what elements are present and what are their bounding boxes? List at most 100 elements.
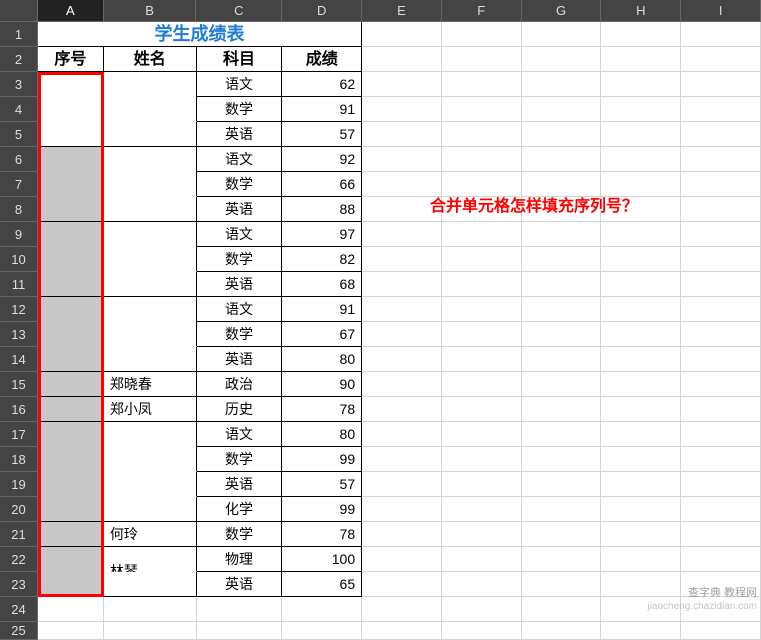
row-header-24[interactable]: 24 bbox=[0, 597, 38, 622]
cell-A6[interactable] bbox=[38, 147, 104, 172]
cell-E24[interactable] bbox=[362, 597, 442, 622]
cell-F12[interactable] bbox=[442, 297, 522, 322]
cell-G18[interactable] bbox=[522, 447, 602, 472]
cell-F23[interactable] bbox=[442, 572, 522, 597]
row-header-20[interactable]: 20 bbox=[0, 497, 38, 522]
row-header-25[interactable]: 25 bbox=[0, 622, 38, 640]
cell-G13[interactable] bbox=[522, 322, 602, 347]
cell-I5[interactable] bbox=[681, 122, 761, 147]
col-header-B[interactable]: B bbox=[104, 0, 197, 22]
cell-D10[interactable]: 82 bbox=[282, 247, 362, 272]
cell-E4[interactable] bbox=[362, 97, 442, 122]
cell-E23[interactable] bbox=[362, 572, 442, 597]
cell-A16[interactable] bbox=[38, 397, 104, 422]
cell-A12[interactable] bbox=[38, 297, 104, 322]
row-header-7[interactable]: 7 bbox=[0, 172, 38, 197]
cell-E10[interactable] bbox=[362, 247, 442, 272]
cell-F19[interactable] bbox=[442, 472, 522, 497]
cell-G12[interactable] bbox=[522, 297, 602, 322]
cell-G6[interactable] bbox=[522, 147, 602, 172]
cell-D22[interactable]: 100 bbox=[282, 547, 362, 572]
cell-I17[interactable] bbox=[681, 422, 761, 447]
cell-E19[interactable] bbox=[362, 472, 442, 497]
cell-G14[interactable] bbox=[522, 347, 602, 372]
cell-G16[interactable] bbox=[522, 397, 602, 422]
cell-I4[interactable] bbox=[681, 97, 761, 122]
cell-G15[interactable] bbox=[522, 372, 602, 397]
cell-B25[interactable] bbox=[104, 622, 197, 640]
cell-I16[interactable] bbox=[681, 397, 761, 422]
cell-B10[interactable] bbox=[104, 247, 197, 272]
cell-G17[interactable] bbox=[522, 422, 602, 447]
cell-D21[interactable]: 78 bbox=[282, 522, 362, 547]
cell-H14[interactable] bbox=[601, 347, 681, 372]
cell-G2[interactable] bbox=[522, 47, 602, 72]
cell-E12[interactable] bbox=[362, 297, 442, 322]
cell-B20[interactable] bbox=[104, 497, 197, 522]
cell-A13[interactable] bbox=[38, 322, 104, 347]
row-header-5[interactable]: 5 bbox=[0, 122, 38, 147]
cell-I3[interactable] bbox=[681, 72, 761, 97]
cell-D9[interactable]: 97 bbox=[282, 222, 362, 247]
cell-C11[interactable]: 英语 bbox=[197, 272, 283, 297]
cell-C25[interactable] bbox=[197, 622, 283, 640]
cell-F17[interactable] bbox=[442, 422, 522, 447]
cell-D8[interactable]: 88 bbox=[282, 197, 362, 222]
cell-G20[interactable] bbox=[522, 497, 602, 522]
cell-E15[interactable] bbox=[362, 372, 442, 397]
cell-H15[interactable] bbox=[601, 372, 681, 397]
row-header-15[interactable]: 15 bbox=[0, 372, 38, 397]
cell-D12[interactable]: 91 bbox=[282, 297, 362, 322]
cell-I6[interactable] bbox=[681, 147, 761, 172]
cell-A15[interactable] bbox=[38, 372, 104, 397]
cell-C14[interactable]: 英语 bbox=[197, 347, 283, 372]
cell-F5[interactable] bbox=[442, 122, 522, 147]
cell-C18[interactable]: 数学 bbox=[197, 447, 283, 472]
row-header-6[interactable]: 6 bbox=[0, 147, 38, 172]
cell-A10[interactable] bbox=[38, 247, 104, 272]
cell-I11[interactable] bbox=[681, 272, 761, 297]
cell-D20[interactable]: 99 bbox=[282, 497, 362, 522]
cell-A7[interactable] bbox=[38, 172, 104, 197]
cell-B12[interactable]: 黄锦 bbox=[104, 297, 197, 323]
cell-B18[interactable] bbox=[104, 447, 197, 472]
cell-E6[interactable] bbox=[362, 147, 442, 172]
cell-D13[interactable]: 67 bbox=[282, 322, 362, 347]
row-header-13[interactable]: 13 bbox=[0, 322, 38, 347]
cell-B7[interactable] bbox=[104, 172, 197, 197]
cell-E20[interactable] bbox=[362, 497, 442, 522]
cell-B13[interactable] bbox=[104, 322, 197, 347]
cell-G11[interactable] bbox=[522, 272, 602, 297]
cell-F15[interactable] bbox=[442, 372, 522, 397]
cell-D25[interactable] bbox=[282, 622, 362, 640]
col-header-H[interactable]: H bbox=[601, 0, 681, 22]
cell-H4[interactable] bbox=[601, 97, 681, 122]
cell-H6[interactable] bbox=[601, 147, 681, 172]
cell-G19[interactable] bbox=[522, 472, 602, 497]
col-header-C[interactable]: C bbox=[196, 0, 282, 22]
cell-B11[interactable] bbox=[104, 272, 197, 297]
cell-C15[interactable]: 政治 bbox=[197, 372, 283, 397]
row-header-19[interactable]: 19 bbox=[0, 472, 38, 497]
cell-C16[interactable]: 历史 bbox=[197, 397, 283, 422]
row-header-18[interactable]: 18 bbox=[0, 447, 38, 472]
cell-A5[interactable] bbox=[38, 122, 104, 147]
cell-B15[interactable]: 郑晓春 bbox=[104, 372, 197, 397]
cell-H25[interactable] bbox=[601, 622, 681, 640]
cell-H22[interactable] bbox=[601, 547, 681, 572]
row-header-2[interactable]: 2 bbox=[0, 47, 38, 72]
cell-E3[interactable] bbox=[362, 72, 442, 97]
cell-E1[interactable] bbox=[362, 22, 442, 47]
col-header-A[interactable]: A bbox=[38, 0, 104, 22]
header-seq[interactable]: 序号 bbox=[38, 47, 104, 72]
cell-F18[interactable] bbox=[442, 447, 522, 472]
cell-F14[interactable] bbox=[442, 347, 522, 372]
cell-D4[interactable]: 91 bbox=[282, 97, 362, 122]
cell-E9[interactable] bbox=[362, 222, 442, 247]
cell-H23[interactable] bbox=[601, 572, 681, 597]
col-header-F[interactable]: F bbox=[442, 0, 522, 22]
cell-D6[interactable]: 92 bbox=[282, 147, 362, 172]
cell-F11[interactable] bbox=[442, 272, 522, 297]
cell-I20[interactable] bbox=[681, 497, 761, 522]
cell-E13[interactable] bbox=[362, 322, 442, 347]
